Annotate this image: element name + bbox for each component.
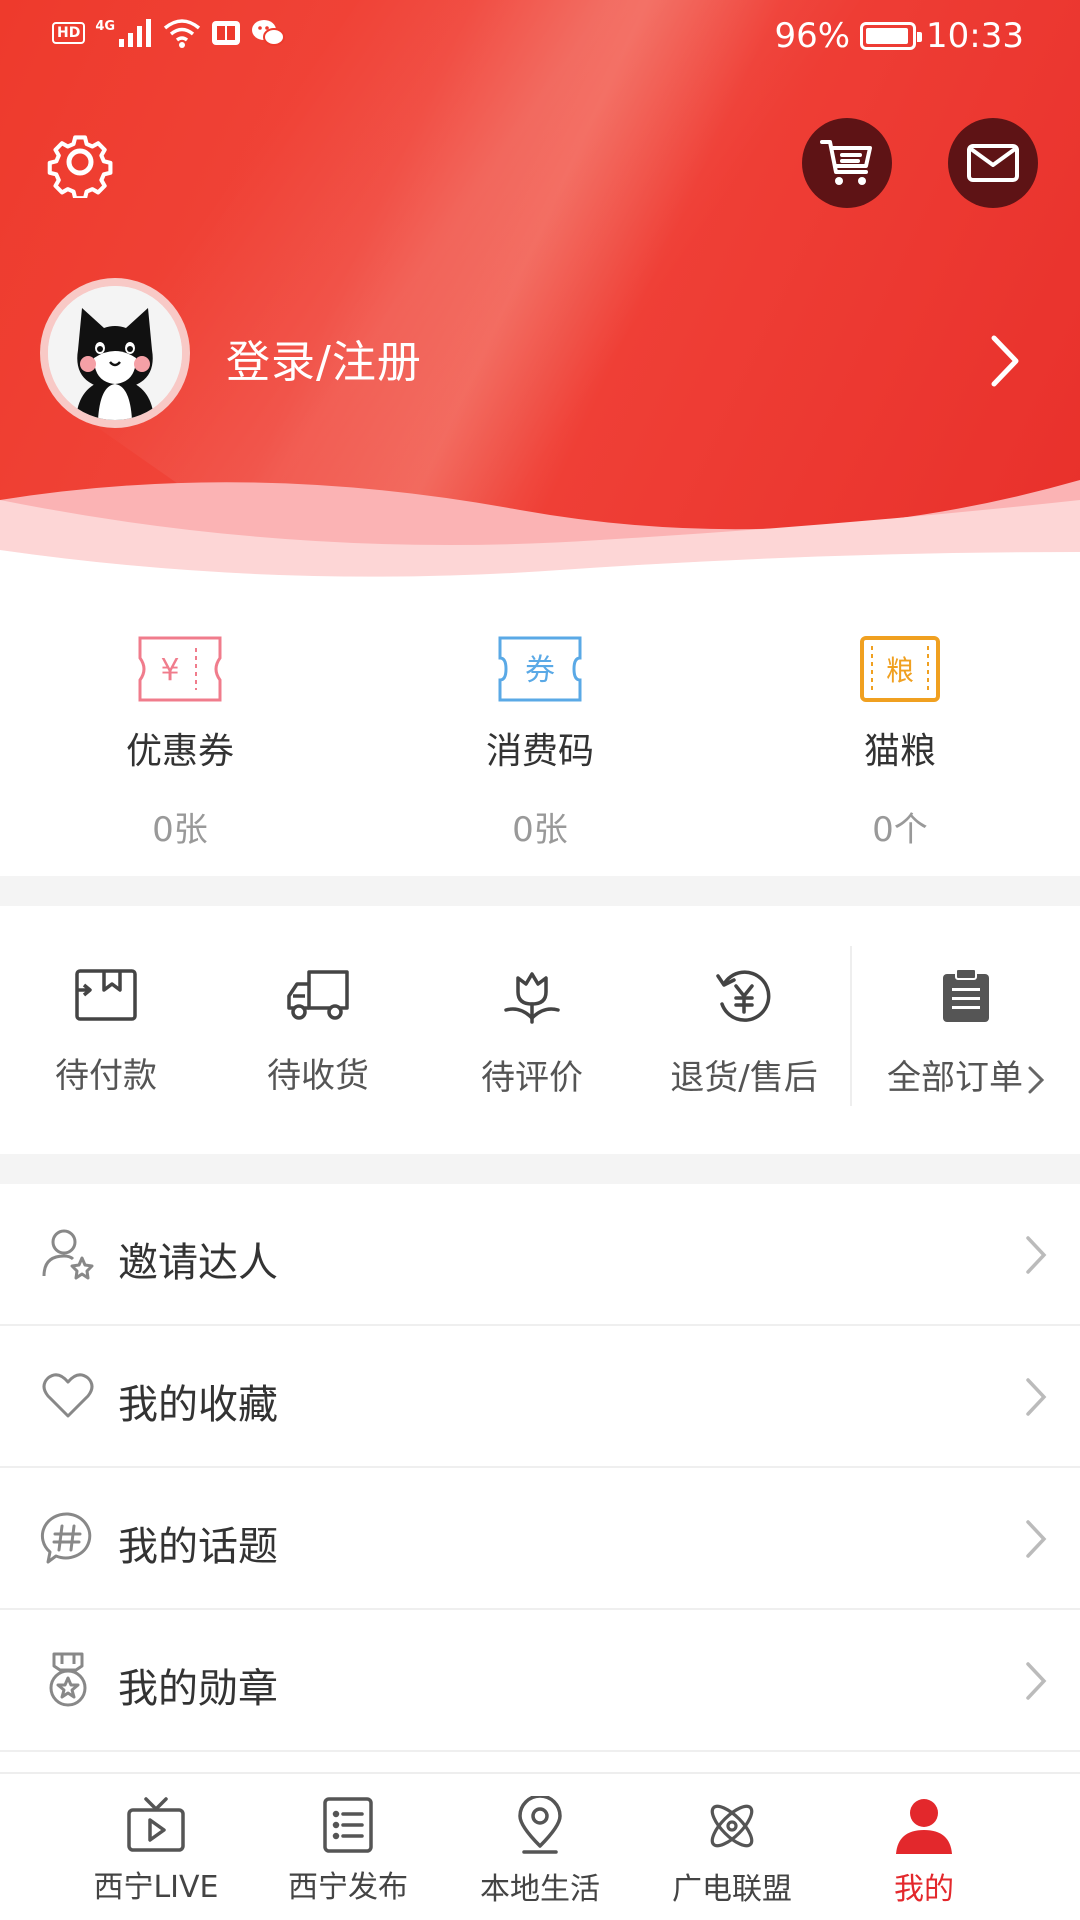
wallet-label: 消费码 xyxy=(485,731,594,772)
hashtag-icon xyxy=(40,1512,92,1564)
wallet-icon xyxy=(75,969,137,1021)
battery-fill xyxy=(866,28,909,44)
cat-avatar-icon xyxy=(48,286,182,420)
message-button[interactable] xyxy=(948,118,1038,208)
all-orders-row: 全部订单 xyxy=(852,1050,1080,1099)
wallet-summary: ¥ 优惠券 0张 券 消费码 0张 粮 猫粮 0个 xyxy=(0,620,1080,870)
order-pending-review[interactable]: 待评价 xyxy=(432,906,632,1099)
tab-xining-live[interactable]: 西宁LIVE xyxy=(60,1774,252,1906)
menu-label: 我的收藏 xyxy=(118,1382,278,1428)
menu-item-medals[interactable]: 我的勋章 xyxy=(0,1610,1080,1752)
order-refund-aftersale[interactable]: 退货/售后 xyxy=(644,906,844,1099)
status-bar: HD 4G 96% 10:33 xyxy=(0,0,1080,78)
order-label: 全部订单 xyxy=(887,1058,1023,1098)
chevron-right-icon xyxy=(1026,1236,1047,1274)
nav-label: 本地生活 xyxy=(480,1872,600,1907)
all-orders-button[interactable]: 全部订单 xyxy=(852,906,1080,1099)
wechat-icon xyxy=(252,20,286,46)
voucher-glyph: 券 xyxy=(525,653,555,688)
tab-xining-release[interactable]: 西宁发布 xyxy=(252,1774,444,1906)
wifi-icon xyxy=(163,19,201,48)
wallet-cat-food[interactable]: 粮 猫粮 0个 xyxy=(770,620,1030,851)
order-shortcuts: 待付款 待收货 待评价 退货/售后 全部订单 xyxy=(0,906,1080,1154)
login-register-link[interactable]: 登录/注册 xyxy=(226,326,422,390)
avatar-image xyxy=(48,286,182,420)
person-icon xyxy=(896,1799,952,1854)
flower-icon xyxy=(504,972,560,1024)
coupon-glyph: ¥ xyxy=(160,653,179,688)
location-pin-icon xyxy=(518,1796,562,1854)
wallet-label: 猫粮 xyxy=(863,731,936,772)
order-label: 待付款 xyxy=(55,1056,157,1096)
hd-badge: HD xyxy=(52,22,86,44)
cat-food-icon: 粮 xyxy=(860,636,940,702)
header-wave xyxy=(0,480,1080,580)
order-label: 退货/售后 xyxy=(670,1058,818,1098)
nav-label: 西宁发布 xyxy=(288,1870,408,1905)
nav-label: 我的 xyxy=(894,1872,954,1907)
menu-item-invite[interactable]: 邀请达人 xyxy=(0,1184,1080,1326)
tab-broadcast-alliance[interactable]: 广电联盟 xyxy=(636,1774,828,1908)
order-label: 待评价 xyxy=(481,1058,583,1098)
cat-food-glyph: 粮 xyxy=(886,654,914,687)
avatar[interactable] xyxy=(40,278,190,428)
wallet-count: 0张 xyxy=(152,810,208,850)
order-label: 待收货 xyxy=(267,1056,369,1096)
chevron-right-icon xyxy=(1026,1662,1047,1700)
gear-icon[interactable] xyxy=(44,126,116,198)
clipboard-icon xyxy=(943,968,989,1022)
menu-item-topics[interactable]: 我的话题 xyxy=(0,1468,1080,1610)
book-app-icon xyxy=(212,21,241,45)
user-star-icon xyxy=(42,1229,94,1280)
order-pending-payment[interactable]: 待付款 xyxy=(6,906,206,1097)
battery-icon xyxy=(860,22,923,50)
nav-label: 西宁LIVE xyxy=(93,1870,219,1905)
medal-icon xyxy=(49,1652,87,1707)
menu-label: 我的勋章 xyxy=(118,1666,278,1712)
menu-item-favorites[interactable]: 我的收藏 xyxy=(0,1326,1080,1468)
network-type: 4G xyxy=(95,18,116,34)
mail-icon xyxy=(967,144,1019,182)
wallet-label: 优惠券 xyxy=(125,731,234,772)
heart-icon xyxy=(42,1373,94,1418)
status-icons-left: HD 4G xyxy=(52,18,286,48)
signal-icon xyxy=(119,19,152,47)
menu-list: 邀请达人 我的收藏 我的话题 我的勋章 xyxy=(0,1184,1080,1752)
voucher-code-icon: 券 xyxy=(498,636,582,702)
tab-me[interactable]: 我的 xyxy=(828,1774,1020,1908)
chevron-right-icon xyxy=(1026,1378,1047,1416)
tv-icon xyxy=(127,1797,185,1852)
nav-label: 广电联盟 xyxy=(672,1872,792,1907)
coupon-icon: ¥ xyxy=(138,636,222,702)
order-pending-receipt[interactable]: 待收货 xyxy=(218,906,418,1097)
menu-label: 我的话题 xyxy=(118,1524,278,1570)
battery-percent: 96% xyxy=(774,16,851,56)
chevron-right-icon[interactable] xyxy=(988,334,1022,388)
section-divider xyxy=(0,1154,1080,1184)
clock: 10:33 xyxy=(926,16,1024,56)
chevron-right-icon xyxy=(1026,1520,1047,1558)
wallet-coupon[interactable]: ¥ 优惠券 0张 xyxy=(50,620,310,851)
list-icon xyxy=(323,1797,373,1853)
refund-icon xyxy=(716,970,771,1022)
profile-header: HD 4G 96% 10:33 登录/注册 xyxy=(0,0,1080,580)
wallet-count: 0个 xyxy=(872,810,928,850)
wallet-count: 0张 xyxy=(512,810,568,850)
bottom-navigation: 西宁LIVE 西宁发布 本地生活 广电联盟 我的 xyxy=(0,1772,1080,1920)
section-divider xyxy=(0,876,1080,906)
chevron-right-icon xyxy=(1028,1066,1045,1093)
cart-icon xyxy=(820,140,872,185)
cart-button[interactable] xyxy=(802,118,892,208)
tab-local-life[interactable]: 本地生活 xyxy=(444,1774,636,1908)
atom-icon xyxy=(710,1804,754,1848)
truck-icon xyxy=(287,970,349,1020)
wallet-voucher-code[interactable]: 券 消费码 0张 xyxy=(410,620,670,851)
status-icons-right: 96% 10:33 xyxy=(774,16,1024,56)
menu-label: 邀请达人 xyxy=(118,1240,278,1286)
